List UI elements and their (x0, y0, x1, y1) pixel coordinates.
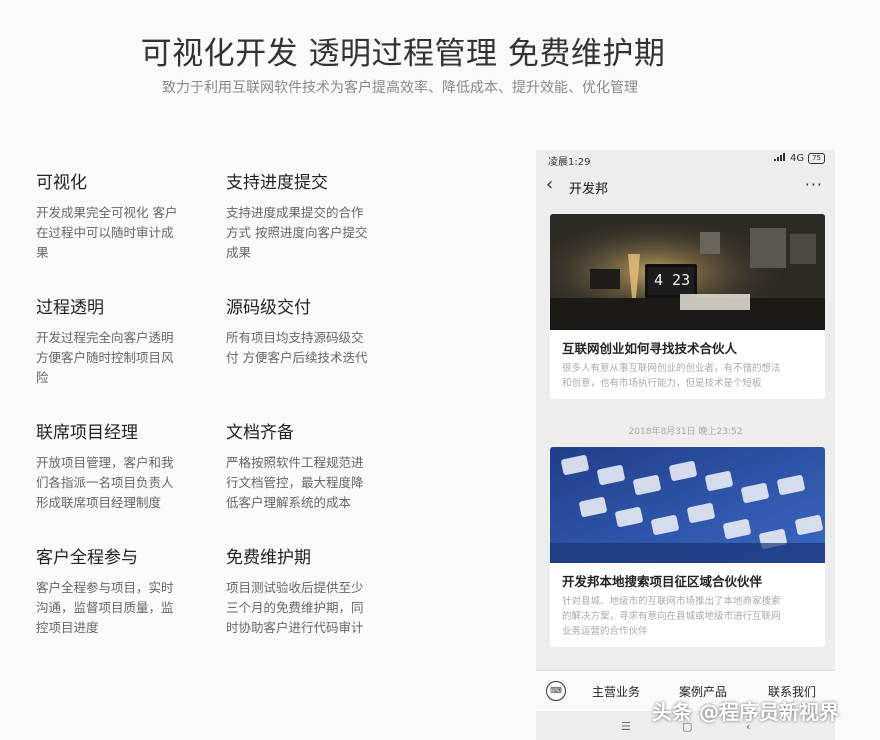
more-icon[interactable]: ··· (805, 175, 823, 194)
feature-client-participation: 客户全程参与 客户全程参与项目，实时 沟通，监督项目质量，监 控项目进度 (36, 543, 201, 638)
feature-line: 在过程中可以随时审计成 (36, 225, 174, 240)
feature-desc: 开发过程完全向客户透明 方便客户随时控制项目风 险 (36, 328, 201, 388)
feature-line: 三个月的免费维护期，同 (226, 600, 364, 615)
feature-line: 付 方便客户后续技术迭代 (226, 350, 368, 365)
feature-desc: 支持进度成果提交的合作 方式 按照进度向客户提交 成果 (226, 203, 391, 263)
article-card[interactable]: 4 23 互联网创业如何寻找技术合伙人 很多人有意从事互联网创业的创业者，有不错… (550, 214, 825, 399)
feature-desc: 开发成果完全可视化 客户 在过程中可以随时审计成 果 (36, 203, 201, 263)
feature-line: 开发成果完全可视化 客户 (36, 205, 178, 220)
feature-docs: 文档齐备 严格按照软件工程规范进 行文档管控，最大程度降 低客户理解系统的成本 (226, 418, 391, 513)
feature-line: 项目测试验收后提供至少 (226, 580, 364, 595)
hero-title: 可视化开发 透明过程管理 免费维护期 (140, 36, 666, 72)
feature-line: 行文档管控，最大程度降 (226, 475, 364, 490)
feature-progress: 支持进度提交 支持进度成果提交的合作 方式 按照进度向客户提交 成果 (226, 168, 391, 263)
nav-title: 开发邦 (569, 182, 609, 197)
status-bar: 凌晨1:29 4G 75 (536, 150, 835, 168)
feature-line: 支持进度成果提交的合作 (226, 205, 364, 220)
feature-title: 客户全程参与 (36, 548, 138, 568)
article-image: 4 23 (550, 214, 825, 330)
article-line: 很多人有意从事互联网创业的创业者，有不错的想法 (562, 363, 781, 374)
feature-free-maintenance: 免费维护期 项目测试验收后提供至少 三个月的免费维护期，同 时协助客户进行代码审… (226, 543, 391, 638)
article-title: 互联网创业如何寻找技术合伙人 (562, 341, 738, 356)
keyboard-icon[interactable]: ⌨ (546, 681, 566, 701)
article-line: 的解决方案，寻求有意向在县城或地级市进行互联网 (562, 611, 781, 622)
feature-line: 险 (36, 370, 49, 385)
article-line: 针对县城、地级市的互联网市场推出了本地商家搜索 (562, 596, 781, 607)
feature-joint-pm: 联席项目经理 开放项目管理，客户和我 们各指派一名项目负责人 形成联席项目经理制… (36, 418, 201, 513)
clock-display: 4 23 (654, 271, 691, 289)
feature-desc: 开放项目管理，客户和我 们各指派一名项目负责人 形成联席项目经理制度 (36, 453, 201, 513)
feature-title: 可视化 (36, 173, 87, 193)
feature-title: 免费维护期 (226, 548, 311, 568)
feature-line: 时协助客户进行代码审计 (226, 620, 364, 635)
feature-title: 联席项目经理 (36, 423, 138, 443)
signal-icon (773, 153, 786, 164)
hero-subtitle: 致力于利用互联网软件技术为客户提高效率、降低成本、提升效能、优化管理 (162, 80, 638, 96)
feature-line: 方式 按照进度向客户提交 (226, 225, 368, 240)
feature-line: 方便客户随时控制项目风 (36, 350, 174, 365)
status-right: 4G 75 (773, 153, 825, 164)
feature-title: 文档齐备 (226, 423, 294, 443)
feature-line: 沟通，监督项目质量，监 (36, 600, 174, 615)
feature-line: 们各指派一名项目负责人 (36, 475, 174, 490)
nav-bar: ‹ 开发邦 ··· (536, 172, 835, 202)
feature-desc: 所有项目均支持源码级交 付 方便客户后续技术迭代 (226, 328, 391, 368)
article-desc: 针对县城、地级市的互联网市场推出了本地商家搜索 的解决方案，寻求有意向在县城或地… (550, 594, 825, 647)
feature-line: 客户全程参与项目，实时 (36, 580, 174, 595)
feature-line: 所有项目均支持源码级交 (226, 330, 364, 345)
feature-desc: 严格按照软件工程规范进 行文档管控，最大程度降 低客户理解系统的成本 (226, 453, 391, 513)
feature-transparency: 过程透明 开发过程完全向客户透明 方便客户随时控制项目风 险 (36, 293, 201, 388)
article-desc: 很多人有意从事互联网创业的创业者，有不错的想法 和创意，也有市场执行能力，但是技… (550, 361, 825, 399)
feature-line: 成果 (226, 245, 252, 260)
feature-desc: 项目测试验收后提供至少 三个月的免费维护期，同 时协助客户进行代码审计 (226, 578, 391, 638)
phone-mockup: 凌晨1:29 4G 75 ‹ 开发邦 ··· 4 23 互联网创业如何寻找技术合… (536, 150, 835, 740)
feature-visualization: 可视化 开发成果完全可视化 客户 在过程中可以随时审计成 果 (36, 168, 201, 263)
article-line: 业务运营的合作伙伴 (562, 626, 648, 637)
message-timestamp: 2018年8月31日 晚上23:52 (628, 427, 743, 437)
feature-line: 果 (36, 245, 49, 260)
watermark: 头条 @程序员新视界 (652, 700, 839, 724)
feature-desc: 客户全程参与项目，实时 沟通，监督项目质量，监 控项目进度 (36, 578, 201, 638)
feature-line: 严格按照软件工程规范进 (226, 455, 364, 470)
feature-line: 低客户理解系统的成本 (226, 495, 352, 510)
article-card[interactable]: 开发邦本地搜索项目征区域合伙伙伴 针对县城、地级市的互联网市场推出了本地商家搜索… (550, 447, 825, 647)
back-icon[interactable]: ‹ (546, 174, 553, 195)
menu-main-business[interactable]: 主营业务 (592, 683, 640, 700)
feature-line: 开发过程完全向客户透明 (36, 330, 174, 345)
status-time: 凌晨1:29 (548, 157, 591, 168)
article-title: 开发邦本地搜索项目征区域合伙伙伴 (562, 574, 763, 589)
feature-line: 开放项目管理，客户和我 (36, 455, 174, 470)
battery-icon: 75 (808, 153, 825, 164)
menu-icon[interactable]: ☰ (621, 720, 631, 733)
feature-title: 过程透明 (36, 298, 104, 318)
article-line: 和创意，也有市场执行能力，但是技术是个短板 (562, 378, 762, 389)
feature-line: 控项目进度 (36, 620, 99, 635)
network-label: 4G (789, 153, 805, 164)
feature-title: 源码级交付 (226, 298, 311, 318)
article-image (550, 447, 825, 563)
feature-title: 支持进度提交 (226, 173, 328, 193)
feature-source-delivery: 源码级交付 所有项目均支持源码级交 付 方便客户后续技术迭代 (226, 293, 391, 368)
feature-line: 形成联席项目经理制度 (36, 495, 162, 510)
